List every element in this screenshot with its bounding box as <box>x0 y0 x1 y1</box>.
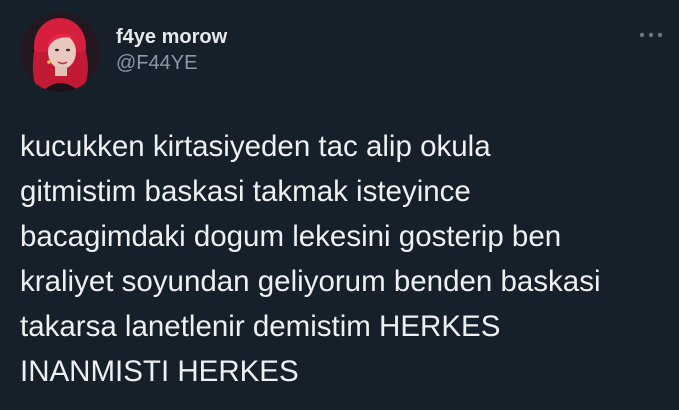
more-options-icon <box>639 32 663 38</box>
tweet-text-line: kraliyet soyundan geliyorum benden baska… <box>20 265 601 298</box>
profile-photo-icon <box>20 12 100 92</box>
tweet-text-line: bacagimdaki dogum lekesini gosterip ben <box>20 220 562 253</box>
author-info: f4ye morow @F44YE <box>116 25 227 75</box>
tweet-text-line: gitmistim baskasi takmak isteyince <box>20 175 471 208</box>
more-options-button[interactable] <box>637 25 665 45</box>
avatar[interactable] <box>20 12 100 92</box>
tweet-text: kucukken kirtasiyeden tac alip okula git… <box>20 124 670 394</box>
display-name[interactable]: f4ye morow <box>116 25 227 49</box>
user-handle[interactable]: @F44YE <box>116 51 227 75</box>
tweet-text-line: takarsa lanetlenir demistim HERKES <box>20 310 501 343</box>
tweet-text-line: kucukken kirtasiyeden tac alip okula <box>20 130 491 163</box>
tweet-text-line: INANMISTI HERKES <box>20 355 299 388</box>
tweet-card: f4ye morow @F44YE kucukken kirtasiyeden … <box>0 0 679 410</box>
